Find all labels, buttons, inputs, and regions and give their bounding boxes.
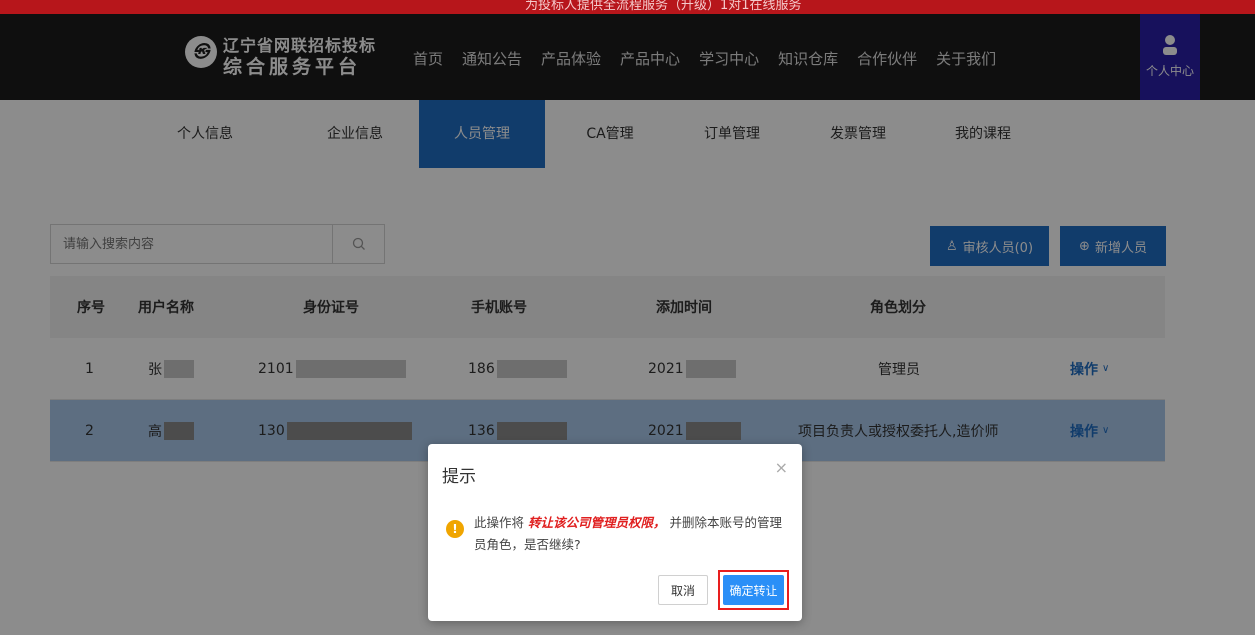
confirm-dialog: 提示 × ! 此操作将 转让该公司管理员权限， 并删除本账号的管理员角色，是否继… [428,444,802,621]
top-banner: 为投标人提供全流程服务（升级）1对1在线服务 [0,0,1255,14]
confirm-button-highlight: 确定转让 [718,570,789,610]
top-banner-text: 为投标人提供全流程服务（升级）1对1在线服务 [525,0,802,13]
dialog-title: 提示 [442,467,476,487]
confirm-transfer-button[interactable]: 确定转让 [723,575,784,605]
dialog-message: 此操作将 转让该公司管理员权限， 并删除本账号的管理员角色，是否继续? [474,512,784,556]
warning-icon: ! [446,520,464,538]
dialog-message-emphasis: 转让该公司管理员权限， [528,515,666,530]
dialog-message-prefix: 此操作将 [474,515,525,530]
cancel-button[interactable]: 取消 [658,575,708,605]
close-icon[interactable]: × [775,458,788,477]
